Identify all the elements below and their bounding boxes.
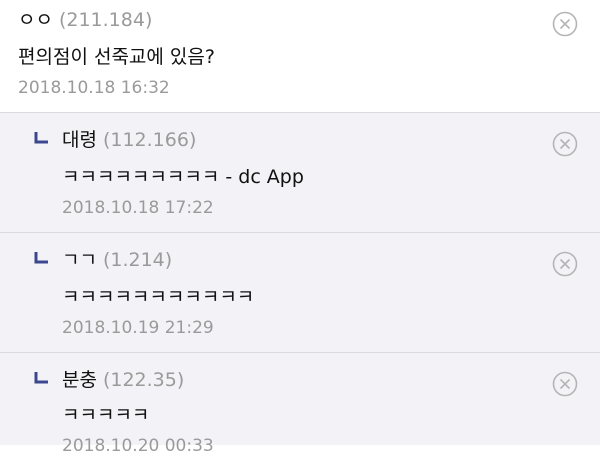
reply-date: 2018.10.18 17:22: [62, 198, 214, 218]
reply-item: 대령 (112.166) ㅋㅋㅋㅋㅋㅋㅋㅋㅋ - dc App 2018.10.1…: [0, 113, 600, 233]
reply-nickname[interactable]: 대령: [62, 129, 97, 151]
close-circle-icon[interactable]: [552, 131, 578, 157]
reply-header: 분충 (122.35): [62, 368, 184, 392]
reply-item: 분충 (122.35) ㅋㅋㅋㅋㅋ 2018.10.20 00:33: [0, 353, 600, 456]
reply-arrow-icon: [34, 372, 48, 384]
comment-nickname[interactable]: ㅇㅇ: [18, 9, 53, 31]
reply-arrow-icon: [34, 132, 48, 144]
comment-date: 2018.10.18 16:32: [18, 78, 170, 98]
reply-date: 2018.10.20 00:33: [62, 436, 214, 456]
comment-item: ㅇㅇ (211.184) 편의점이 선죽교에 있음? 2018.10.18 16:…: [0, 0, 600, 113]
reply-text: ㅋㅋㅋㅋㅋ: [62, 404, 150, 426]
reply-header: ㄱㄱ (1.214): [62, 248, 172, 272]
close-circle-icon[interactable]: [552, 11, 578, 37]
reply-header: 대령 (112.166): [62, 128, 196, 152]
comment-ip: (211.184): [58, 9, 153, 31]
reply-arrow-icon: [34, 252, 48, 264]
reply-text: ㅋㅋㅋㅋㅋㅋㅋㅋㅋ - dc App: [62, 166, 304, 188]
reply-item: ㄱㄱ (1.214) ㅋㅋㅋㅋㅋㅋㅋㅋㅋㅋㅋ 2018.10.19 21:29: [0, 233, 600, 353]
close-circle-icon[interactable]: [552, 371, 578, 397]
reply-date: 2018.10.19 21:29: [62, 318, 214, 338]
reply-text: ㅋㅋㅋㅋㅋㅋㅋㅋㅋㅋㅋ: [62, 286, 255, 308]
reply-ip: (122.35): [102, 369, 185, 391]
reply-ip: (1.214): [102, 249, 173, 271]
close-circle-icon[interactable]: [552, 251, 578, 277]
reply-nickname[interactable]: 분충: [62, 369, 97, 391]
reply-nickname[interactable]: ㄱㄱ: [62, 249, 97, 271]
comment-text: 편의점이 선죽교에 있음?: [18, 46, 215, 68]
reply-ip: (112.166): [102, 129, 197, 151]
comment-header: ㅇㅇ (211.184): [18, 8, 152, 32]
